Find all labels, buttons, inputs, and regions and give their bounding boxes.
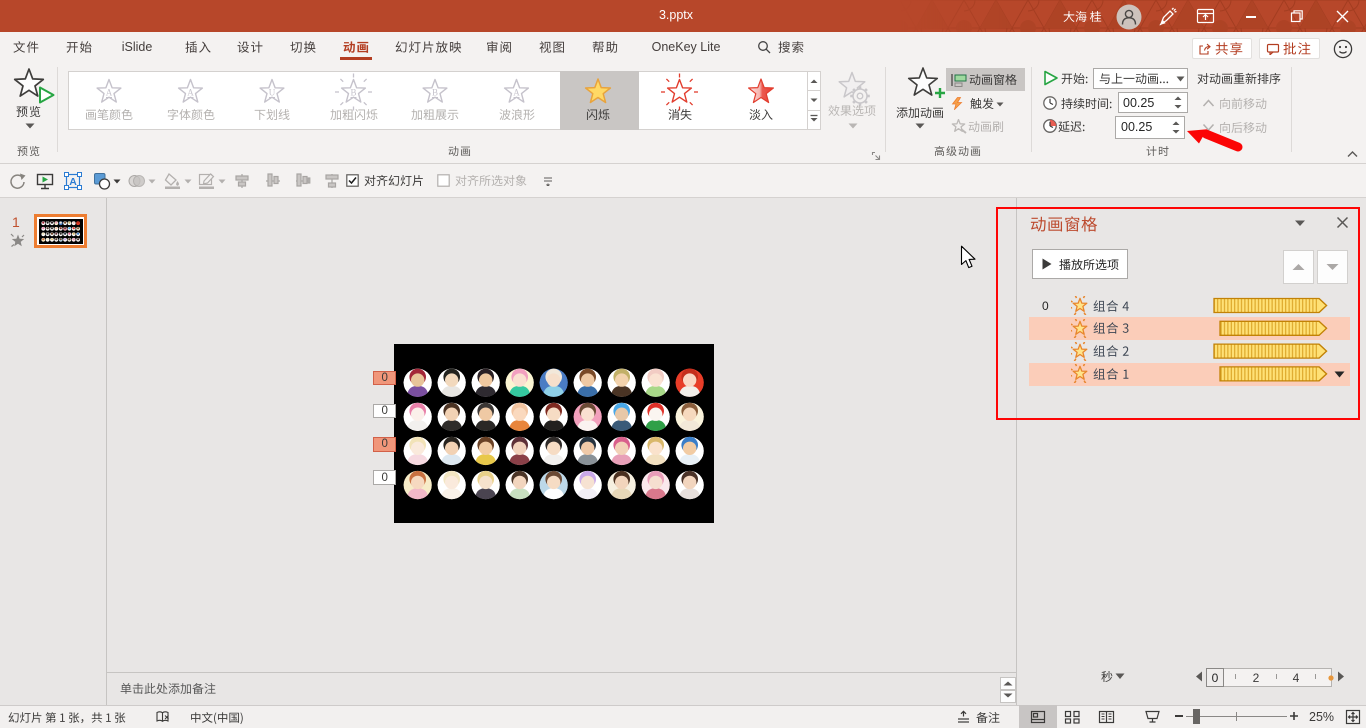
svg-text:A: A: [69, 176, 77, 188]
svg-text:B: B: [432, 88, 438, 98]
svg-text:A: A: [513, 88, 520, 98]
svg-text:U: U: [269, 88, 276, 98]
svg-text:A: A: [187, 88, 194, 98]
svg-text:A: A: [106, 88, 113, 98]
svg-text:B: B: [350, 88, 356, 98]
